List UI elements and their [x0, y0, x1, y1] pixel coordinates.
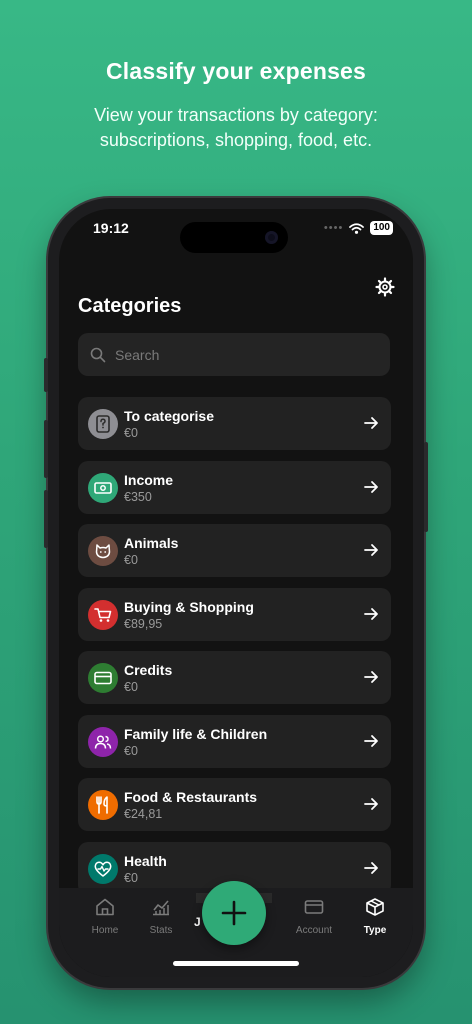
arrow-right-icon	[364, 734, 378, 747]
add-button[interactable]	[202, 881, 266, 945]
credit-card-icon	[88, 663, 118, 693]
category-row[interactable]: Family life & Children €0	[78, 714, 391, 768]
tab-label: Stats	[149, 925, 173, 936]
category-name: Food & Restaurants	[124, 789, 258, 805]
tab-label: Home	[91, 925, 119, 936]
side-button	[424, 442, 428, 532]
promo-headline: Classify your expenses	[105, 58, 367, 84]
promo-subline: View your transactions by category: subs…	[40, 103, 432, 153]
tab-stats[interactable]: Stats	[131, 898, 191, 936]
category-row[interactable]: Credits €0	[78, 651, 391, 704]
arrow-right-icon	[364, 417, 378, 429]
heart-pulse-icon	[88, 853, 118, 884]
cart-icon	[88, 599, 118, 630]
arrow-right-icon	[364, 861, 378, 874]
side-button	[44, 490, 48, 548]
tab-label: Type	[363, 925, 387, 936]
banknote-icon	[88, 472, 118, 503]
category-amount: €0	[124, 680, 138, 694]
search-bar[interactable]	[78, 333, 390, 376]
camera-icon	[265, 231, 278, 244]
category-list: To categorise €0 Income €350 Animals €0 …	[78, 397, 391, 905]
category-row[interactable]: Animals €0	[78, 524, 391, 577]
tab-label: Account	[295, 925, 333, 936]
status-time: 19:12	[93, 220, 129, 236]
battery-icon: 100	[370, 221, 393, 235]
tab-home[interactable]: Home	[75, 898, 135, 936]
category-row[interactable]: To categorise €0	[78, 397, 391, 450]
category-amount: €24,81	[124, 807, 163, 821]
category-name: Animals	[124, 535, 179, 551]
fork-knife-icon	[88, 790, 118, 820]
search-input[interactable]	[113, 345, 357, 364]
search-icon	[90, 347, 106, 362]
category-name: Family life & Children	[124, 725, 268, 742]
promo-subline-line-1: View your transactions by category:	[94, 105, 378, 125]
dynamic-island	[180, 222, 288, 253]
category-amount: €0	[124, 553, 138, 567]
app-screen: 19:12 •••• 100 Categories Search To cate…	[59, 209, 413, 977]
page-title: Categories	[78, 295, 182, 317]
arrow-right-icon	[364, 544, 378, 556]
cat-icon	[88, 536, 118, 566]
chart-icon	[153, 900, 169, 916]
people-icon	[88, 726, 118, 757]
category-name: Credits	[124, 662, 173, 678]
side-button	[44, 420, 48, 478]
cube-icon	[366, 898, 384, 916]
tab-type[interactable]: Type	[345, 898, 405, 936]
phone-frame: 19:12 •••• 100 Categories Search To cate…	[44, 198, 428, 988]
arrow-right-icon	[364, 671, 378, 683]
category-name: Health	[124, 852, 167, 869]
category-amount: €0	[124, 426, 138, 440]
card-icon	[304, 900, 324, 914]
status-indicators: •••• 100	[324, 221, 393, 235]
arrow-right-icon	[364, 480, 378, 493]
signal-dots-icon: ••••	[323, 222, 344, 234]
question-doc-icon	[88, 409, 118, 439]
side-button	[44, 358, 48, 392]
plus-icon	[221, 900, 247, 926]
hidden-tab-label: J	[194, 915, 201, 929]
home-icon	[96, 898, 114, 916]
category-row[interactable]: Buying & Shopping €89,95	[78, 587, 391, 641]
category-name: To categorise	[124, 408, 214, 424]
category-row[interactable]: Food & Restaurants €24,81	[78, 778, 391, 831]
tab-account[interactable]: Account	[284, 898, 344, 936]
promo-subline-line-2: subscriptions, shopping, food, etc.	[99, 130, 373, 150]
category-amount: €350	[124, 489, 152, 504]
category-name: Buying & Shopping	[124, 598, 254, 615]
category-amount: €0	[124, 870, 138, 885]
wifi-icon	[349, 222, 365, 234]
arrow-right-icon	[364, 798, 378, 810]
category-row[interactable]: Income €350	[78, 460, 391, 514]
settings-gear-icon[interactable]	[375, 277, 395, 302]
home-indicator[interactable]	[173, 961, 299, 966]
category-name: Income	[124, 471, 174, 488]
category-amount: €0	[124, 743, 138, 758]
arrow-right-icon	[364, 607, 378, 620]
category-amount: €89,95	[124, 616, 163, 631]
